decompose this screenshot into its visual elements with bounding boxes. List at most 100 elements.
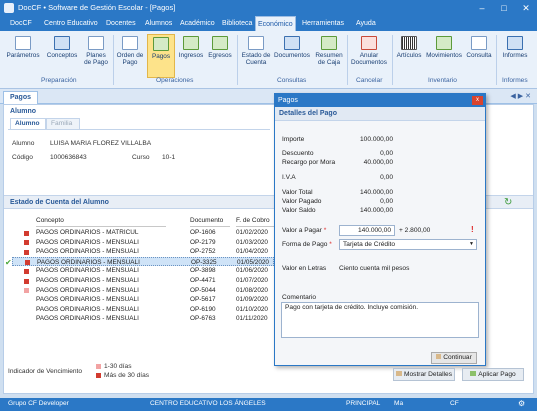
table-row[interactable]: PAGOS ORDINARIOS - MENSUALI OP-2752 01/04/… [12,247,274,257]
table-row[interactable]: PAGOS ORDINARIOS - MENSUALI OP-6190 01/10/… [12,305,274,315]
table-row[interactable]: PAGOS ORDINARIOS - MENSUALI OP-2179 01/03/… [12,238,274,248]
continue-icon [436,354,442,359]
due-indicator [24,249,29,255]
ribbon-separator [347,35,348,85]
iva-value: 0,00 [380,174,393,181]
ribbon-separator [496,35,497,85]
table-row[interactable]: PAGOS ORDINARIOS - MENSUALI OP-6763 01/11/… [12,314,274,324]
planes-de-pago-button[interactable]: Planes de Pago [82,34,110,78]
dialog-title: Pagos [275,94,485,107]
due-indicator [24,288,29,294]
table-row[interactable]: PAGOS ORDINARIOS - MATRICUL OP-1606 01/02/… [12,228,274,238]
recargo-label: Recargo por Mora [282,159,336,166]
group-inventario: Inventario [428,77,457,84]
status-role: Ma [394,400,404,407]
ingresos-button[interactable]: Ingresos [177,34,205,78]
list-icon [15,36,31,50]
articulos-button[interactable]: Artículos [394,34,424,78]
warning-icon: ! [471,225,474,234]
due-indicator [24,240,29,246]
tab-navigation-icon[interactable]: ◀▶✕ [510,92,533,100]
anular-documentos-button[interactable]: Anular Documentos [349,34,389,78]
valor-letras-value: Ciento cuenta mil pesos [339,265,410,272]
row-documento: OP-3898 [190,267,216,275]
table-row[interactable]: PAGOS ORDINARIOS - MENSUALI OP-5044 01/08/… [12,286,274,296]
menu-docentes[interactable]: Docentes [104,16,138,31]
close-icon[interactable]: ✕ [515,0,537,16]
status-app: CF [450,400,459,407]
codigo-label: Código [12,154,33,161]
pagos-button[interactable]: Pagos [147,34,175,78]
menu-biblioteca[interactable]: Biblioteca [220,16,254,31]
comentario-textarea[interactable]: Pago con tarjeta de crédito. Incluye com… [281,302,479,338]
row-documento: OP-2179 [190,238,216,246]
row-fecha: 01/04/2020 [236,248,268,256]
cash-icon [321,36,337,50]
cancel-doc-icon [361,36,377,50]
alumno-section-title: Alumno [10,108,37,115]
due-indicator [24,230,29,236]
importe-value: 100.000,00 [359,136,393,143]
row-documento: OP-6763 [190,315,216,323]
consulta-button[interactable]: Consulta [465,34,493,78]
status-bar: Grupo CF Developer CENTRO EDUCATIVO LOS … [0,398,537,411]
refresh-icon[interactable]: ↻ [504,197,512,208]
descuento-value: 0,00 [380,150,393,157]
row-fecha: 01/10/2020 [236,305,268,313]
orden-de-pago-button[interactable]: Orden de Pago [116,34,144,78]
col-fecha: F. de Cobro [236,216,276,227]
maximize-icon[interactable]: □ [493,0,515,16]
income-icon [183,36,199,50]
valor-a-pagar-label: Valor a Pagar * [282,227,327,234]
tab-familia[interactable]: Familia [46,118,80,129]
total-label: Valor Total [282,189,313,196]
egresos-button[interactable]: Egresos [206,34,234,78]
conceptos-button[interactable]: Conceptos [44,34,80,78]
parametros-button[interactable]: Parámetros [4,34,42,78]
menu-alumnos[interactable]: Alumnos [143,16,174,31]
table-row[interactable]: PAGOS ORDINARIOS - MENSUALI OP-3898 01/06/… [12,266,274,276]
row-fecha: 01/06/2020 [236,267,268,275]
documents-icon [284,36,300,50]
valor-a-pagar-input[interactable]: 140.000,00 [339,225,395,236]
order-icon [122,36,138,50]
minimize-icon[interactable]: – [471,0,493,16]
mostrar-detalles-button[interactable]: Mostrar Detalles [393,368,455,381]
menu-doccf[interactable]: DocCF [8,16,34,31]
due-indicator [25,260,30,266]
table-row[interactable]: PAGOS ORDINARIOS - MENSUALI OP-4471 01/07/… [12,276,274,286]
estado-de-cuenta-button[interactable]: Estado de Cuenta [240,34,272,78]
menu-academico[interactable]: Académico [178,16,217,31]
dialog-close-button[interactable]: x [472,96,483,105]
legend-mas-30: Más de 30 días [104,372,150,379]
total-value: 140.000,00 [359,189,393,196]
detalles-title: Detalles del Pago [275,107,485,121]
movimientos-button[interactable]: Movimientos [425,34,463,78]
settings-icon[interactable]: ⚙ [518,399,525,408]
aplicar-pago-button[interactable]: Aplicar Pago [462,368,524,381]
table-row[interactable]: PAGOS ORDINARIOS - MENSUALI OP-5617 01/09/… [12,295,274,305]
tab-alumno[interactable]: Alumno [10,118,46,129]
table-row[interactable]: ✔ PAGOS ORDINARIOS - MENSUALI OP-3325 01/05… [5,256,274,267]
apply-icon [470,371,477,376]
curso-label: Curso [132,154,150,161]
menu-centro-educativo[interactable]: Centro Educativo [42,16,100,31]
menu-economico[interactable]: Económico [255,16,296,31]
concepts-icon [54,36,70,50]
row-fecha: 01/11/2020 [236,315,268,323]
forma-de-pago-select[interactable]: Tarjeta de Crédito ▼ [339,239,477,250]
tab-pagos[interactable]: Pagos [3,91,39,104]
informes-button[interactable]: Informes [499,34,531,78]
title-bar: DocCF • Software de Gestión Escolar - [P… [0,0,537,16]
legend-red-swatch [96,373,101,378]
continuar-button[interactable]: Continuar [431,352,477,364]
menu-herramientas[interactable]: Herramientas [300,16,346,31]
menu-ayuda[interactable]: Ayuda [354,16,378,31]
resumen-de-caja-button[interactable]: Resumen de Caja [313,34,345,78]
account-icon [248,36,264,50]
pagado-label: Valor Pagado [282,198,322,205]
documentos-button[interactable]: Documentos [273,34,311,78]
reports-icon [507,36,523,50]
alumno-name: LUISA MARIA FLOREZ VILLALBA [50,140,152,147]
payment-icon [153,37,169,51]
